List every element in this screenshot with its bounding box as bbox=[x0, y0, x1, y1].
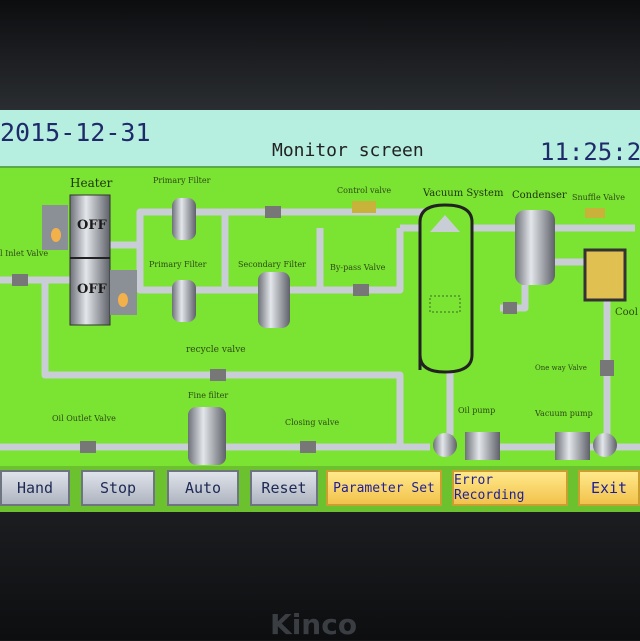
time-display: 11:25:2 bbox=[540, 138, 640, 166]
secondary-filter bbox=[258, 272, 290, 328]
label-heater: Heater bbox=[70, 176, 113, 190]
label-vacuum-pump: Vacuum pump bbox=[535, 409, 593, 418]
cooler-grid bbox=[583, 248, 627, 302]
heater-status-2: OFF bbox=[77, 282, 107, 297]
condenser bbox=[515, 210, 555, 285]
primary-filter-1 bbox=[172, 198, 196, 240]
date-display: 2015-12-31 bbox=[0, 118, 151, 147]
reset-button[interactable]: Reset bbox=[250, 470, 318, 506]
label-primary-filter-2: Primary Filter bbox=[149, 260, 207, 269]
label-recycle-valve: recycle valve bbox=[186, 345, 246, 355]
heater-switch-2 bbox=[110, 270, 137, 315]
snuffle-valve bbox=[585, 208, 605, 218]
label-oil-pump: Oil pump bbox=[458, 406, 496, 415]
label-bypass-valve: By-pass Valve bbox=[330, 263, 386, 272]
label-oil-outlet-valve: Oil Outlet Valve bbox=[52, 414, 116, 423]
label-secondary-filter: Secondary Filter bbox=[238, 260, 306, 269]
fine-filter bbox=[188, 407, 226, 465]
label-control-valve: Control valve bbox=[337, 186, 392, 195]
heater-switch-1 bbox=[42, 205, 68, 250]
label-cool: Cool bbox=[615, 307, 638, 318]
error-recording-button[interactable]: Error Recording bbox=[452, 470, 568, 506]
device-bezel-top bbox=[0, 0, 640, 110]
label-one-way-valve: One way Valve bbox=[535, 364, 587, 372]
kinco-logo: Kinco bbox=[270, 608, 358, 641]
label-primary-filter-1: Primary Filter bbox=[153, 176, 211, 185]
label-snuffle-valve: Snuffle Valve bbox=[572, 193, 625, 202]
control-valve bbox=[352, 201, 376, 213]
label-fine-filter: Fine filter bbox=[188, 391, 229, 400]
label-condenser: Condenser bbox=[512, 190, 567, 201]
primary-filter-2 bbox=[172, 280, 196, 322]
label-vacuum-system: Vacuum System bbox=[423, 188, 504, 199]
stop-button[interactable]: Stop bbox=[81, 470, 155, 506]
auto-button[interactable]: Auto bbox=[167, 470, 239, 506]
heater-tank bbox=[69, 194, 111, 326]
hand-button[interactable]: Hand bbox=[0, 470, 70, 506]
label-closing-valve: Closing valve bbox=[285, 418, 340, 427]
page-title: Monitor screen bbox=[272, 140, 424, 161]
label-inlet-valve: l Inlet Valve bbox=[0, 249, 49, 258]
exit-button[interactable]: Exit bbox=[578, 470, 640, 506]
heater-status-1: OFF bbox=[77, 218, 107, 233]
parameter-set-button[interactable]: Parameter Set bbox=[326, 470, 442, 506]
